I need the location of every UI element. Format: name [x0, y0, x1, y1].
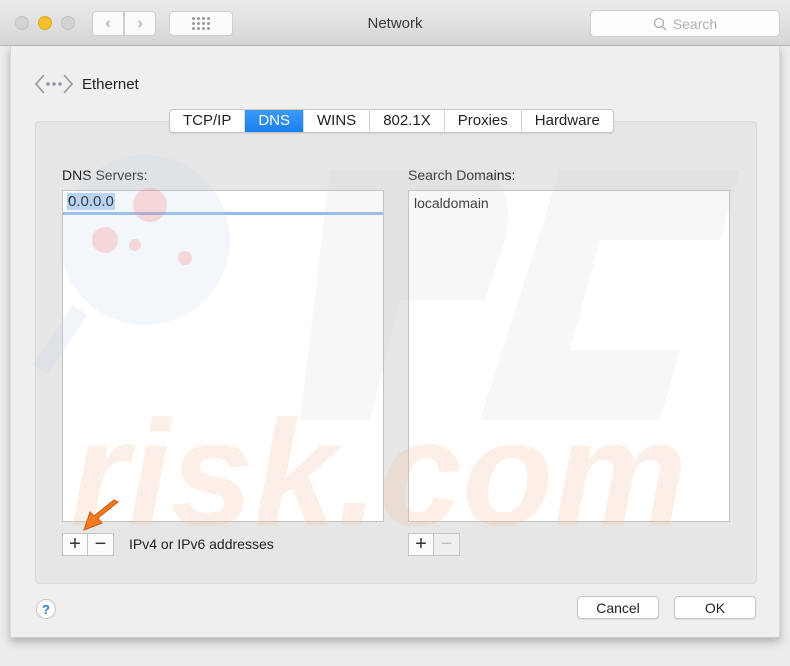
tab-hardware[interactable]: Hardware: [522, 110, 613, 132]
dns-servers-list[interactable]: 0.0.0.0: [62, 190, 384, 522]
add-search-domain-button[interactable]: +: [408, 533, 434, 556]
tab-dns[interactable]: DNS: [245, 110, 305, 132]
search-field[interactable]: Search: [590, 10, 780, 37]
ethernet-icon: [35, 74, 73, 94]
cancel-button[interactable]: Cancel: [577, 596, 659, 619]
add-dns-server-button[interactable]: +: [62, 533, 88, 556]
search-domains-controls: + −: [408, 533, 460, 556]
search-domains-label: Search Domains:: [408, 167, 516, 183]
interface-name: Ethernet: [82, 76, 139, 93]
dns-server-value[interactable]: 0.0.0.0: [67, 193, 115, 210]
dns-servers-controls: + −: [62, 533, 114, 556]
search-domains-list[interactable]: localdomain: [408, 190, 730, 522]
tab-8021x[interactable]: 802.1X: [370, 110, 445, 132]
sheet: Ethernet TCP/IP DNS WINS 802.1X Proxies …: [10, 46, 780, 638]
search-placeholder: Search: [672, 15, 718, 32]
title-bar: ‹ › Network Search: [0, 0, 790, 46]
tab-bar: TCP/IP DNS WINS 802.1X Proxies Hardware: [169, 109, 614, 133]
annotation-arrow-icon: [83, 499, 119, 531]
search-icon: [653, 17, 667, 30]
remove-dns-server-button[interactable]: −: [88, 533, 114, 556]
search-domain-entry[interactable]: localdomain: [409, 191, 729, 215]
network-preferences-window: ‹ › Network Search Ethernet TCP/IP DNS W…: [0, 0, 790, 666]
remove-search-domain-button[interactable]: −: [434, 533, 460, 556]
dns-hint: IPv4 or IPv6 addresses: [129, 536, 274, 552]
tab-tcpip[interactable]: TCP/IP: [170, 110, 246, 132]
dns-server-entry[interactable]: 0.0.0.0: [63, 191, 383, 215]
tab-proxies[interactable]: Proxies: [445, 110, 522, 132]
help-button[interactable]: ?: [36, 599, 56, 619]
tab-wins[interactable]: WINS: [304, 110, 371, 132]
dns-servers-label: DNS Servers:: [62, 167, 148, 183]
ok-button[interactable]: OK: [674, 596, 756, 619]
